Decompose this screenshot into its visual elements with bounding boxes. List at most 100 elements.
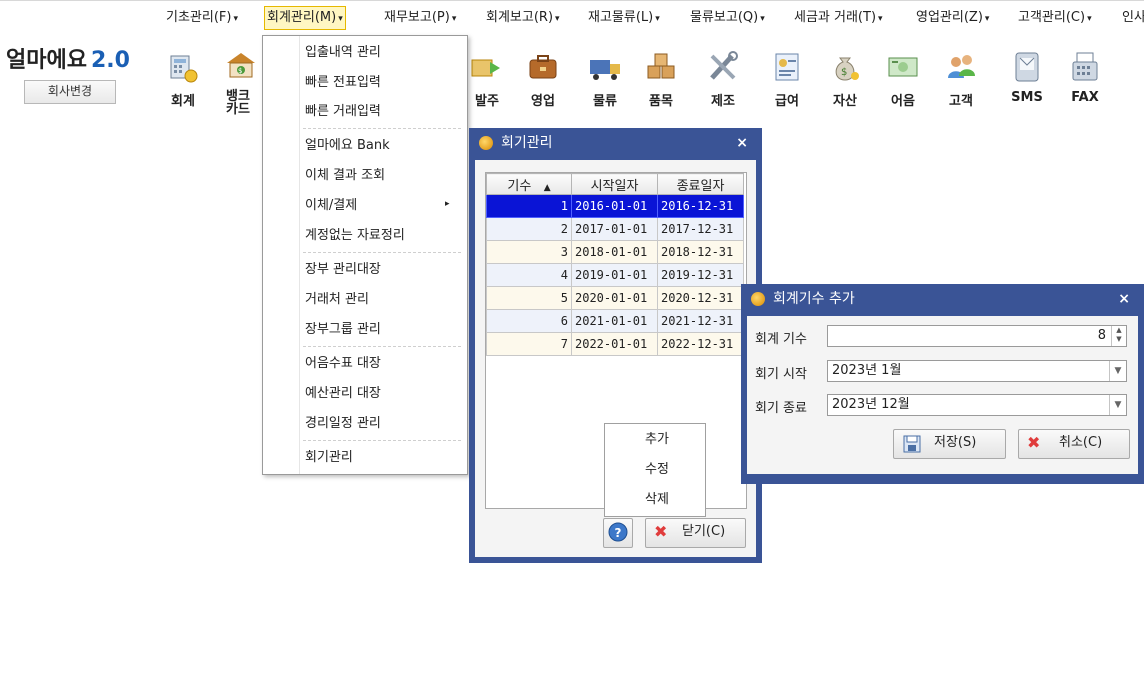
column-header-term[interactable]: 기수 ▲ [486, 173, 572, 195]
table-row[interactable]: 1 2016-01-01 2016-12-31 [486, 194, 744, 218]
menu-item-quick-transaction[interactable]: 빠른 거래입력 [305, 100, 381, 124]
cancel-x-icon: ✖ [654, 522, 668, 541]
menu-item-quick-voucher[interactable]: 빠른 전표입력 [305, 71, 381, 95]
dialog-titlebar: 회계기수 추가 × [741, 284, 1144, 314]
menu-label: 재고물류(L) [588, 10, 654, 25]
help-icon: ? [608, 522, 628, 542]
cancel-button[interactable]: ✖ 취소(C) [1018, 429, 1130, 459]
spinner-arrows-icon[interactable]: ▲ ▼ [1111, 326, 1126, 346]
help-button[interactable]: ? [603, 518, 633, 548]
tools-icon [706, 50, 740, 84]
context-edit[interactable]: 수정 [645, 455, 669, 485]
change-company-button[interactable]: 회사변경 [24, 80, 116, 104]
save-button[interactable]: 저장(S) [893, 429, 1006, 459]
toolbar-notes[interactable]: 어음 [878, 50, 928, 109]
table-row[interactable]: 2 2017-01-01 2017-12-31 [486, 217, 744, 241]
toolbar-manufacturing[interactable]: 제조 [698, 50, 748, 109]
menu-item-bills-checks[interactable]: 어음수표 대장 [305, 352, 381, 376]
close-dialog-button[interactable]: ✖ 닫기(C) [645, 518, 746, 548]
menu-item-transfer-results[interactable]: 이체 결과 조회 [305, 164, 385, 188]
menu-financial-reports[interactable]: 재무보고(P) ▾ [382, 7, 458, 29]
menu-basic-management[interactable]: 기초관리(F) ▾ [164, 7, 240, 29]
close-icon[interactable]: × [736, 128, 748, 158]
chevron-down-icon[interactable]: ▼ [1109, 361, 1126, 381]
table-row[interactable]: 6 2021-01-01 2021-12-31 [486, 309, 744, 333]
term-value: 8 [1097, 328, 1106, 343]
period-end-select[interactable]: 2023년 12월 ▼ [827, 394, 1127, 416]
toolbar-logistics[interactable]: 물류 [580, 50, 630, 109]
dialog-title: 회계기수 추가 [773, 291, 855, 307]
menu-separator [303, 128, 461, 129]
submenu-arrow-icon: ▸ [445, 199, 450, 209]
menu-item-transfer-payment[interactable]: 이체/결제 [305, 194, 357, 218]
term-label: 회계 기수 [755, 332, 807, 347]
menu-customer-management[interactable]: 고객관리(C) ▾ [1016, 7, 1094, 29]
menu-gutter [263, 36, 300, 474]
toolbar-label: FAX [1071, 90, 1099, 105]
context-add[interactable]: 추가 [645, 425, 669, 455]
toolbar-assets[interactable]: $ 자산 [820, 50, 870, 109]
fiscal-period-table: 기수 ▲ 시작일자 종료일자 1 2016-01-01 2016-12-31 2 20… [485, 172, 747, 517]
toolbar-payroll[interactable]: 급여 [762, 50, 812, 109]
chevron-down-icon[interactable]: ▼ [1109, 395, 1126, 415]
dialog-titlebar: 회기관리 × [469, 128, 762, 158]
toolbar-bank-card[interactable]: $ 뱅크 카드 [216, 50, 266, 116]
toolbar-label: 영업 [531, 94, 555, 109]
start-value: 2023년 1월 [832, 363, 902, 378]
banknote-icon [886, 50, 920, 84]
menu-item-fiscal-period[interactable]: 회기관리 [305, 446, 353, 470]
toolbar-fax[interactable]: FAX [1060, 50, 1110, 105]
table-row[interactable]: 3 2018-01-01 2018-12-31 [486, 240, 744, 264]
table-row[interactable]: 7 2022-01-01 2022-12-31 [486, 332, 744, 356]
calculator-coins-icon [166, 50, 200, 84]
close-icon[interactable]: × [1118, 284, 1130, 314]
menu-sales-management[interactable]: 영업관리(Z) ▾ [914, 7, 991, 29]
menu-accounting-management[interactable]: 회계관리(M) ▾ [264, 6, 346, 30]
menu-item-cash-flow[interactable]: 입출내역 관리 [305, 41, 381, 65]
bank-icon: $ [224, 50, 258, 84]
toolbar-order[interactable]: 발주 [462, 50, 512, 109]
menu-label: 재무보고(P) [384, 10, 450, 25]
context-delete[interactable]: 삭제 [645, 485, 669, 515]
menu-item-unassigned-data[interactable]: 계정없는 자료정리 [305, 224, 405, 248]
toolbar-label: 제조 [711, 94, 735, 109]
column-header-end-date[interactable]: 종료일자 [657, 173, 744, 195]
svg-text:$: $ [841, 67, 847, 78]
menu-label: 회계관리(M) [267, 10, 337, 25]
end-value: 2023년 12월 [832, 397, 910, 412]
toolbar-sales[interactable]: 영업 [518, 50, 568, 109]
toolbar-accounting[interactable]: 회계 [158, 50, 208, 109]
app-gear-icon [479, 136, 493, 150]
order-truck-icon [470, 50, 504, 84]
toolbar-label: 고객 [949, 94, 973, 109]
menu-label: 회계보고(R) [486, 10, 554, 25]
grid-context-menu: 추가 수정 삭제 [604, 423, 706, 517]
menu-inventory-logistics[interactable]: 재고물류(L) ▾ [586, 7, 662, 29]
menu-hr[interactable]: 인사 [1120, 7, 1144, 29]
menu-item-bank[interactable]: 얼마에요 Bank [305, 134, 390, 158]
menu-item-ledger[interactable]: 장부 관리대장 [305, 258, 381, 282]
toolbar-items[interactable]: 품목 [636, 50, 686, 109]
sort-asc-icon: ▲ [543, 182, 551, 193]
menu-label: 기초관리(F) [166, 10, 232, 25]
svg-text:$: $ [238, 67, 242, 75]
term-number-stepper[interactable]: 8 ▲ ▼ [827, 325, 1127, 347]
menu-logistics-reports[interactable]: 물류보고(Q) ▾ [688, 7, 767, 29]
menu-tax-transactions[interactable]: 세금과 거래(T) ▾ [792, 7, 885, 29]
table-row[interactable]: 5 2020-01-01 2020-12-31 [486, 286, 744, 310]
brand-version: 2.0 [90, 48, 130, 73]
delivery-truck-icon [588, 50, 622, 84]
brand-name: 얼마에요 [6, 48, 87, 73]
table-row[interactable]: 4 2019-01-01 2019-12-31 [486, 263, 744, 287]
menu-item-ledger-groups[interactable]: 장부그룹 관리 [305, 318, 381, 342]
toolbar-sms[interactable]: SMS [1002, 50, 1052, 105]
column-header-start-date[interactable]: 시작일자 [571, 173, 658, 195]
period-start-select[interactable]: 2023년 1월 ▼ [827, 360, 1127, 382]
menu-item-clients[interactable]: 거래처 관리 [305, 288, 369, 312]
menu-label: 고객관리(C) [1018, 10, 1086, 25]
menu-item-schedule[interactable]: 경리일정 관리 [305, 412, 381, 436]
menu-accounting-reports[interactable]: 회계보고(R) ▾ [484, 7, 562, 29]
fax-icon [1068, 50, 1102, 84]
menu-item-budget[interactable]: 예산관리 대장 [305, 382, 381, 406]
toolbar-customers[interactable]: 고객 [936, 50, 986, 109]
